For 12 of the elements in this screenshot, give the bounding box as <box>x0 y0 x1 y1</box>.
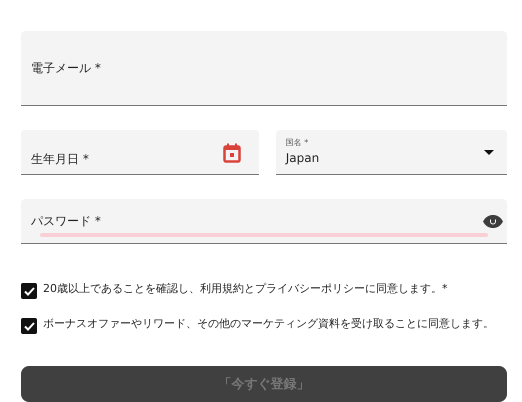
checkbox[interactable] <box>21 283 37 299</box>
checkbox-label: 20歳以上であることを確認し、利用規約とプライバシーポリシーに同意します。* <box>43 282 448 295</box>
email-field[interactable]: 電子メール * <box>21 31 507 106</box>
dropdown-icon <box>484 150 494 154</box>
checkbox-label: ボーナスオファーやリワード、その他のマーケティング資料を受け取ることに同意します。 <box>43 317 494 330</box>
eye-icon[interactable] <box>483 214 503 228</box>
checkbox[interactable] <box>21 318 37 334</box>
calendar-icon[interactable] <box>222 143 241 163</box>
birthdate-field[interactable]: 生年月日 * <box>21 130 259 175</box>
password-field[interactable]: パスワード * <box>21 199 507 244</box>
field-label: 国名 * <box>286 137 308 148</box>
country-select[interactable]: 国名 * Japan <box>276 130 507 175</box>
